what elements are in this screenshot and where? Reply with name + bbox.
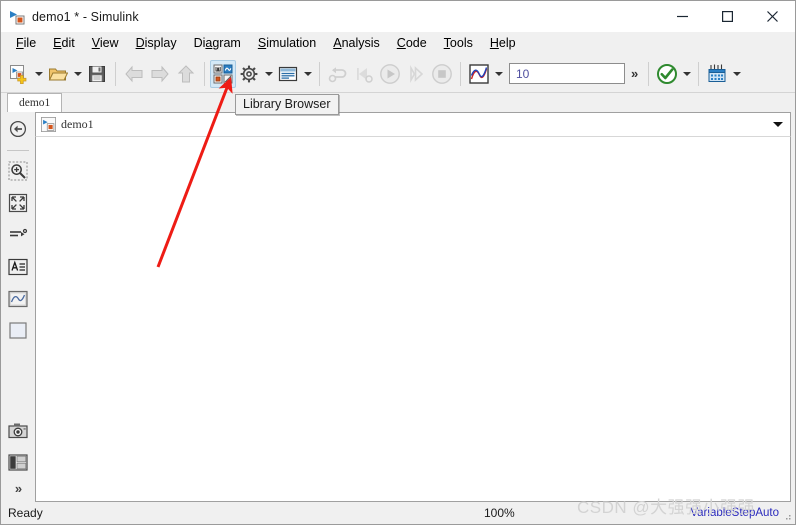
menu-view[interactable]: View	[84, 34, 128, 53]
menu-file[interactable]: File	[8, 34, 45, 53]
model-canvas[interactable]	[35, 136, 791, 502]
library-browser-tooltip: Library Browser	[235, 94, 339, 115]
camera-snapshot-icon[interactable]	[5, 417, 31, 443]
simulink-window: demo1 * - Simulink File Edit View Displa…	[0, 0, 796, 525]
chevron-down-icon	[732, 71, 741, 76]
breadcrumb-dropdown-icon[interactable]	[766, 113, 790, 135]
title-bar: demo1 * - Simulink	[1, 1, 795, 32]
sidebar-divider	[7, 150, 29, 151]
navigate-up-button[interactable]	[173, 60, 199, 88]
run-button[interactable]	[377, 60, 403, 88]
toolbar-separator	[319, 61, 320, 86]
breadcrumb: demo1	[35, 112, 791, 136]
window-controls	[660, 1, 795, 32]
chevron-down-icon	[303, 71, 312, 76]
model-advisor-dropdown[interactable]	[680, 60, 693, 88]
menu-analysis[interactable]: Analysis	[325, 34, 389, 53]
scope-viewer-icon[interactable]	[5, 286, 31, 312]
toolbar-overflow-button[interactable]: »	[625, 66, 643, 81]
document-tab-strip: demo1	[1, 93, 795, 112]
zoom-level-label: 100%	[484, 506, 515, 520]
menu-tools[interactable]: Tools	[436, 34, 482, 53]
build-model-dropdown[interactable]	[730, 60, 743, 88]
menu-display[interactable]: Display	[128, 34, 186, 53]
chevron-down-icon	[682, 71, 691, 76]
model-explorer-dropdown[interactable]	[301, 60, 314, 88]
toolbar-separator	[698, 61, 700, 86]
chevron-down-icon	[264, 71, 273, 76]
signal-port-icon[interactable]	[5, 222, 31, 248]
maximize-button[interactable]	[705, 1, 750, 32]
model-canvas-area: demo1	[35, 112, 795, 502]
tab-label: demo1	[19, 97, 51, 109]
menu-diagram[interactable]: Diagram	[186, 34, 250, 53]
minimize-button[interactable]	[660, 1, 705, 32]
canvas-toolbar: »	[1, 112, 35, 502]
breadcrumb-model-label[interactable]: demo1	[61, 117, 94, 132]
navigate-back-icon[interactable]	[5, 116, 31, 142]
model-advisor-button[interactable]	[654, 60, 680, 88]
build-model-button[interactable]	[704, 60, 730, 88]
block-area-icon[interactable]	[5, 318, 31, 344]
step-forward-button[interactable]	[403, 60, 429, 88]
simulink-model-icon	[41, 117, 56, 132]
editor-body: » demo1	[1, 112, 795, 502]
resize-grip-icon[interactable]	[782, 512, 792, 522]
menu-bar: File Edit View Display Diagram Simulatio…	[1, 32, 795, 55]
menu-code[interactable]: Code	[389, 34, 436, 53]
library-browser-button[interactable]	[210, 59, 236, 88]
save-model-button[interactable]	[84, 60, 110, 88]
model-configuration-dropdown[interactable]	[262, 60, 275, 88]
chevron-down-icon	[773, 121, 783, 127]
chevron-down-icon	[73, 71, 82, 76]
open-model-button[interactable]	[45, 60, 71, 88]
csdn-watermark: CSDN @大强强小强强	[577, 498, 756, 517]
new-model-dropdown[interactable]	[32, 60, 45, 88]
window-title: demo1 * - Simulink	[32, 9, 139, 24]
close-button[interactable]	[750, 1, 795, 32]
navigate-forward-button[interactable]	[147, 60, 173, 88]
menu-edit[interactable]: Edit	[45, 34, 84, 53]
zoom-icon[interactable]	[5, 158, 31, 184]
chevron-down-icon	[494, 71, 503, 76]
model-configuration-parameters-button[interactable]	[236, 60, 262, 88]
toolbar-separator	[115, 61, 116, 86]
model-explorer-button[interactable]	[275, 60, 301, 88]
simulation-mode-dropdown[interactable]	[492, 60, 505, 88]
open-model-dropdown[interactable]	[71, 60, 84, 88]
navigate-back-button[interactable]	[121, 60, 147, 88]
simulation-mode-button[interactable]	[466, 60, 492, 88]
panel-layout-icon[interactable]	[5, 449, 31, 475]
status-text: Ready	[8, 506, 43, 520]
tab-demo1[interactable]: demo1	[7, 93, 63, 112]
chevron-down-icon	[34, 71, 43, 76]
toolbar-separator	[204, 61, 205, 86]
simulation-stop-time-input[interactable]	[509, 63, 625, 84]
annotation-icon[interactable]	[5, 254, 31, 280]
fit-to-view-icon[interactable]	[5, 190, 31, 216]
new-model-button[interactable]	[6, 60, 32, 88]
step-back-button[interactable]	[351, 60, 377, 88]
menu-simulation[interactable]: Simulation	[250, 34, 325, 53]
simulink-model-icon	[8, 8, 26, 26]
toolbar-separator	[460, 61, 461, 86]
menu-help[interactable]: Help	[482, 34, 525, 53]
main-toolbar: »	[1, 55, 795, 93]
stop-button[interactable]	[429, 60, 455, 88]
expand-chevrons-icon[interactable]: »	[15, 481, 22, 496]
update-model-button[interactable]	[325, 60, 351, 88]
toolbar-separator	[648, 61, 650, 86]
